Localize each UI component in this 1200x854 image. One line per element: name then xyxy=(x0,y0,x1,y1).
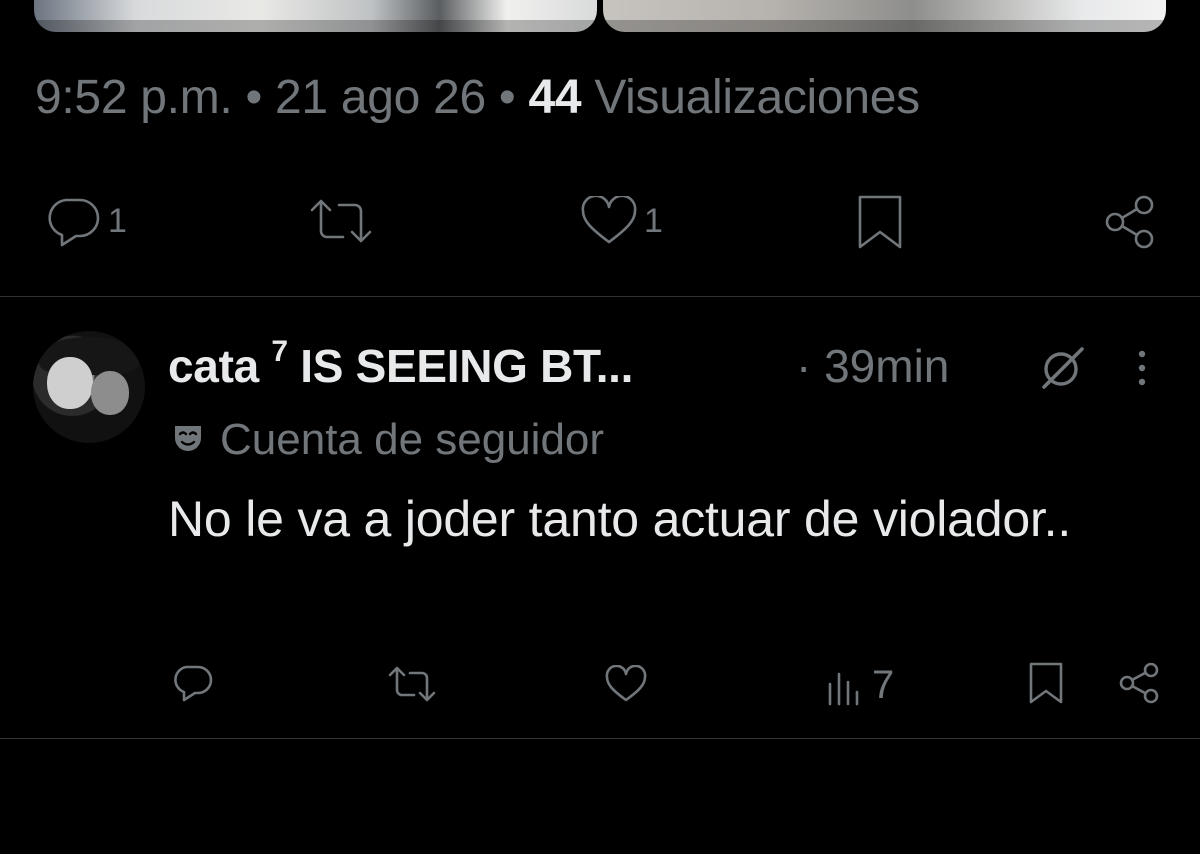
reply-body-text: No le va a joder tanto actuar de violado… xyxy=(168,491,1072,547)
retweet-button[interactable] xyxy=(306,196,382,246)
share-icon xyxy=(1105,195,1154,249)
share-button[interactable] xyxy=(1116,661,1162,705)
views-label: Visualizaciones xyxy=(594,71,920,124)
meta-separator: • xyxy=(245,71,262,124)
author-superscript: 7 xyxy=(271,335,288,368)
tweet-meta: 9:52 p.m. • 21 ago 26 • 44 Visualizacion… xyxy=(35,70,920,125)
retweet-icon xyxy=(388,666,436,702)
bookmark-icon xyxy=(1029,662,1063,704)
like-button[interactable]: 1 xyxy=(580,196,663,246)
reply-tweet[interactable]: cata 7 IS SEEING BT... · 39min Cuenta de… xyxy=(0,297,1200,739)
bookmark-button[interactable] xyxy=(856,194,904,250)
follower-account-badge: Cuenta de seguidor xyxy=(172,415,604,465)
divider xyxy=(0,738,1200,739)
reply-action-bar: 7 xyxy=(0,659,1200,709)
reply-icon xyxy=(174,665,213,702)
share-icon xyxy=(1119,662,1159,704)
views-count: 44 xyxy=(528,71,582,124)
retweet-icon xyxy=(310,199,372,243)
mask-icon xyxy=(175,426,201,451)
reply-count: 1 xyxy=(108,201,127,240)
reply-author-name[interactable]: cata 7 IS SEEING BT... xyxy=(168,335,634,393)
like-count: 1 xyxy=(644,201,663,240)
reply-icon xyxy=(48,198,100,247)
views-count: 7 xyxy=(872,663,895,707)
tweet-media[interactable] xyxy=(34,0,1166,32)
retweet-button[interactable] xyxy=(386,665,438,703)
avatar[interactable] xyxy=(33,331,145,443)
tweet-time[interactable]: 9:52 p.m. xyxy=(35,71,233,124)
badge-label: Cuenta de seguidor xyxy=(220,415,605,464)
bookmark-icon xyxy=(858,195,902,249)
tweet-action-bar: 1 1 xyxy=(0,184,1200,264)
reply-button[interactable]: 1 xyxy=(44,194,127,248)
media-image-2[interactable] xyxy=(603,0,1166,32)
bookmark-button[interactable] xyxy=(1028,661,1064,705)
author-name: cata xyxy=(168,340,259,392)
meta-separator: • xyxy=(498,71,516,124)
reply-time[interactable]: · 39min xyxy=(796,339,949,393)
views-icon xyxy=(828,672,859,705)
like-button[interactable] xyxy=(604,665,648,703)
more-vertical-icon[interactable] xyxy=(1132,349,1152,389)
share-button[interactable] xyxy=(1102,194,1158,250)
author-suffix: IS SEEING BT... xyxy=(300,340,634,392)
heart-icon xyxy=(605,665,647,702)
views-button[interactable]: 7 xyxy=(826,663,894,708)
reply-button[interactable] xyxy=(170,663,214,705)
tweet-date[interactable]: 21 ago 26 xyxy=(275,71,486,124)
media-image-1[interactable] xyxy=(34,0,597,32)
grok-icon[interactable] xyxy=(1040,345,1086,391)
heart-icon xyxy=(581,196,637,244)
